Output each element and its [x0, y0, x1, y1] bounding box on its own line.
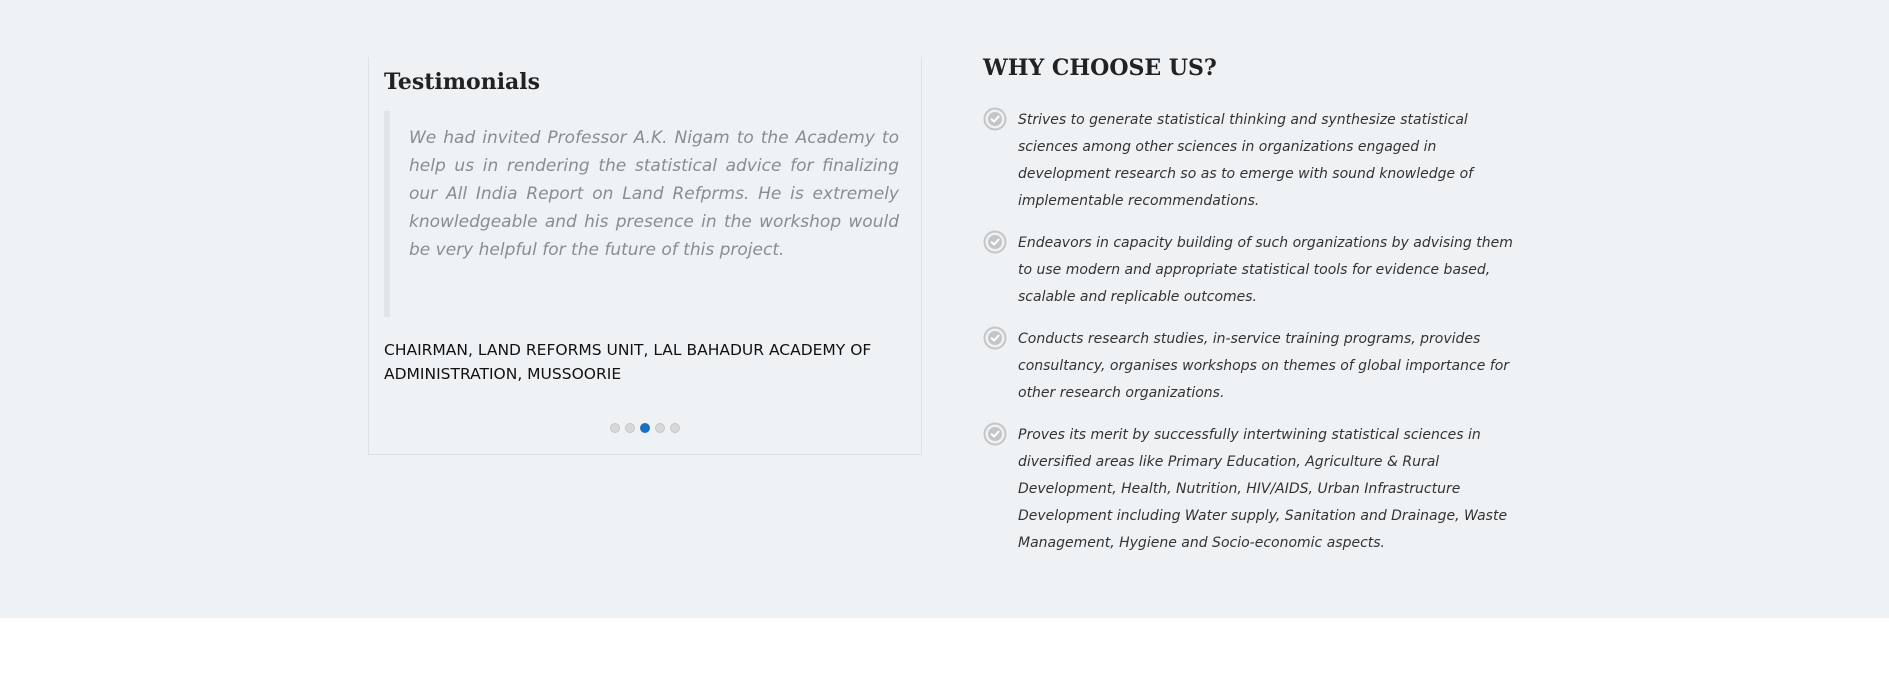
list-item: Proves its merit by successfully intertw… [983, 422, 1513, 557]
content-section: Testimonials We had invited Professor A.… [0, 0, 1889, 618]
list-item-text: Conducts research studies, in-service tr… [1018, 331, 1510, 401]
carousel-dot-2[interactable] [625, 423, 635, 433]
check-circle-icon [983, 326, 1007, 350]
why-choose-us-panel: WHY CHOOSE US? Strives to generate stati… [983, 52, 1513, 551]
carousel-dot-3[interactable] [640, 423, 650, 433]
check-circle-icon [983, 422, 1007, 446]
testimonial-quote-text: We had invited Professor A.K. Nigam to t… [409, 128, 899, 260]
testimonials-title: Testimonials [384, 69, 541, 95]
testimonial-author: CHAIRMAN, LAND REFORMS UNIT, LAL BAHADUR… [384, 341, 872, 383]
testimonial-quote: We had invited Professor A.K. Nigam to t… [384, 111, 911, 317]
carousel-pagination [610, 423, 680, 433]
testimonials-panel: Testimonials We had invited Professor A.… [368, 57, 922, 455]
list-item-text: Endeavors in capacity building of such o… [1018, 235, 1513, 305]
list-item-text: Strives to generate statistical thinking… [1018, 112, 1474, 209]
list-item: Conducts research studies, in-service tr… [983, 326, 1513, 407]
carousel-dot-1[interactable] [610, 423, 620, 433]
carousel-dot-4[interactable] [655, 423, 665, 433]
carousel-dot-5[interactable] [670, 423, 680, 433]
list-item-text: Proves its merit by successfully intertw… [1018, 427, 1508, 551]
check-circle-icon [983, 107, 1007, 131]
list-item: Strives to generate statistical thinking… [983, 107, 1513, 215]
list-item: Endeavors in capacity building of such o… [983, 230, 1513, 311]
why-choose-us-title: WHY CHOOSE US? [983, 55, 1217, 81]
check-circle-icon [983, 230, 1007, 254]
why-choose-us-list: Strives to generate statistical thinking… [983, 107, 1513, 572]
